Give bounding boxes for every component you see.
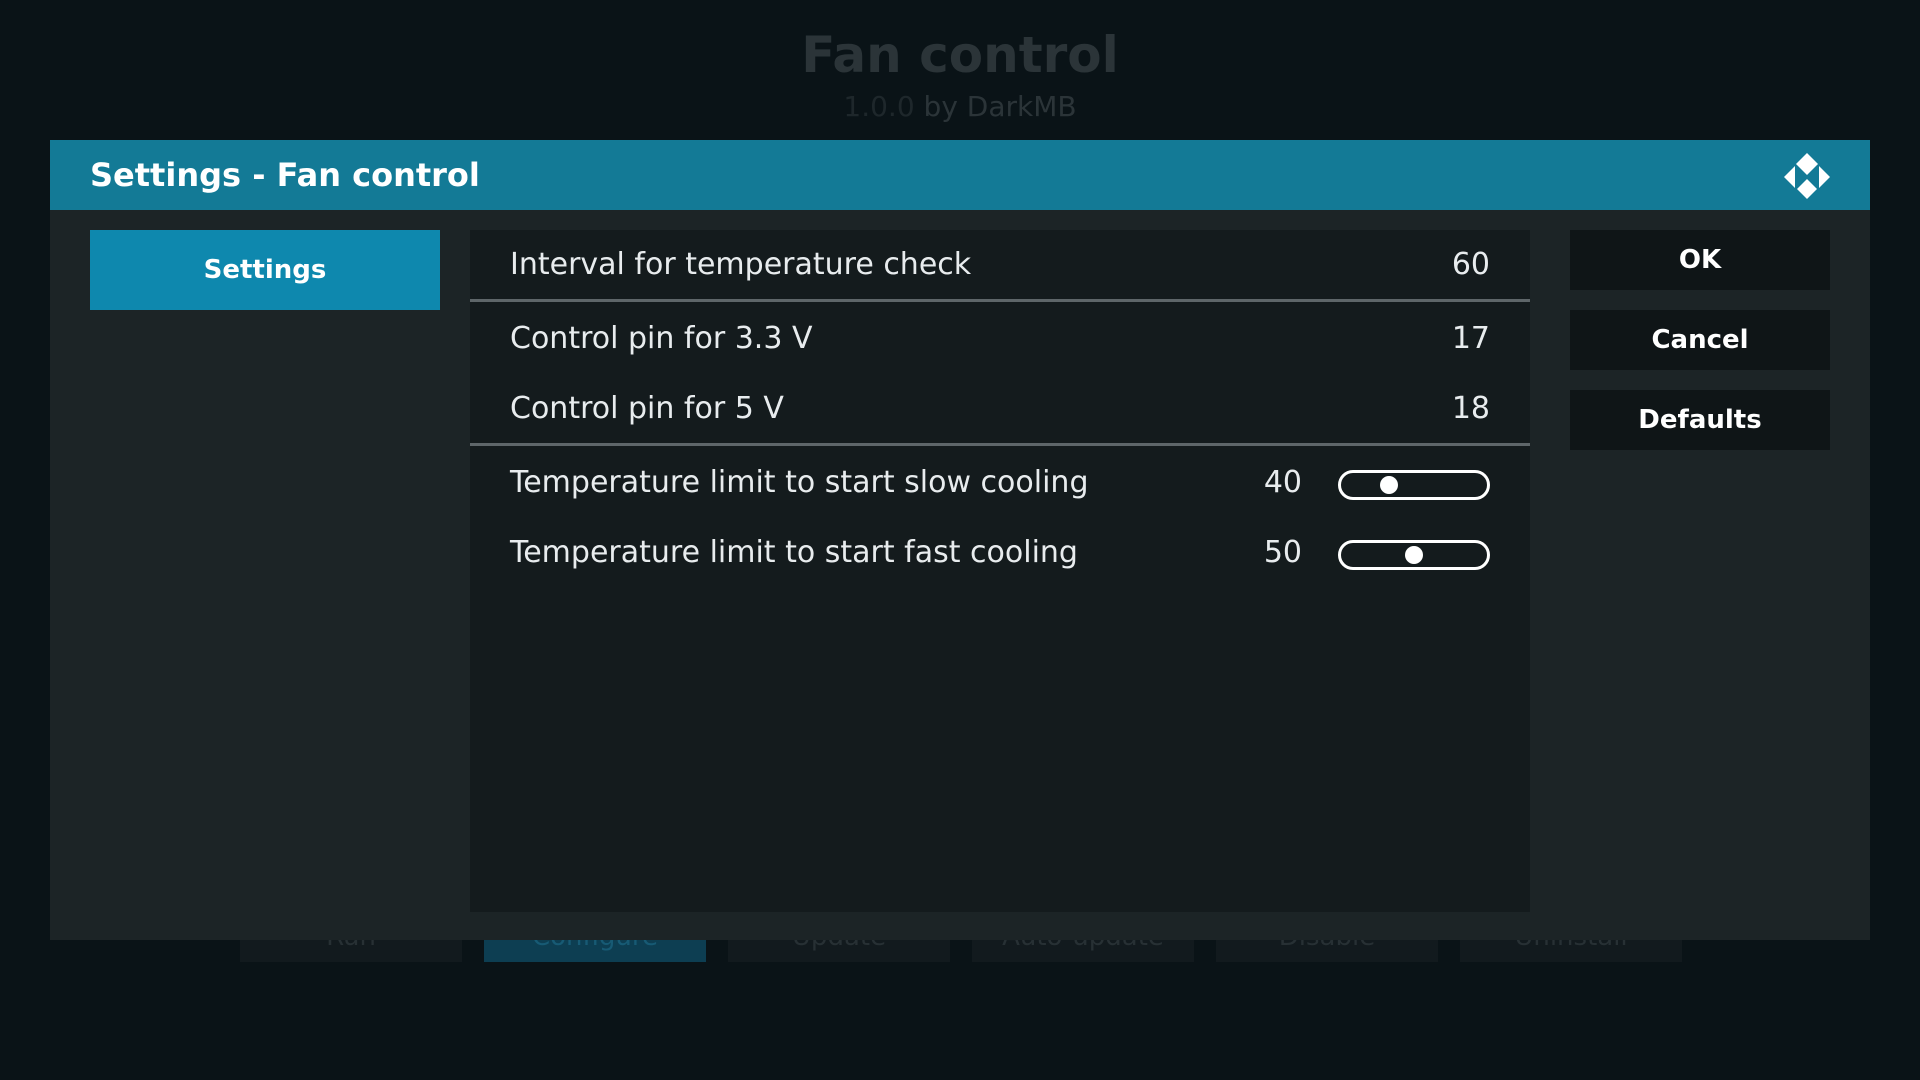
setting-label: Interval for temperature check: [510, 247, 972, 282]
setting-interval[interactable]: Interval for temperature check 60: [470, 230, 1530, 300]
slider-knob[interactable]: [1380, 476, 1399, 494]
settings-list: Interval for temperature check 60 Contro…: [470, 230, 1530, 912]
category-list: Settings: [90, 230, 440, 310]
addon-title: Fan control: [801, 26, 1119, 84]
setting-value: 18: [1451, 391, 1490, 426]
addon-subtitle: 1.0.0 by DarkMB: [0, 90, 1920, 123]
fast-cooling-slider[interactable]: [1338, 540, 1490, 570]
dialog-title: Settings - Fan control: [90, 156, 480, 194]
addon-version: 1.0.0: [843, 90, 915, 123]
setting-label: Control pin for 5 V: [510, 391, 784, 426]
setting-value: 60: [1451, 247, 1490, 282]
addon-author: by DarkMB: [923, 90, 1077, 123]
action-buttons: OK Cancel Defaults: [1570, 230, 1830, 470]
setting-label: Temperature limit to start slow cooling: [510, 465, 1089, 500]
kodi-logo-icon: [1784, 153, 1830, 199]
setting-label: Temperature limit to start fast cooling: [510, 535, 1078, 570]
setting-control-pin-5v[interactable]: Control pin for 5 V 18: [470, 374, 1530, 444]
setting-value: 50: [1263, 535, 1302, 570]
setting-fast-cooling-limit[interactable]: Temperature limit to start fast cooling …: [470, 518, 1530, 588]
dialog-header: Settings - Fan control: [50, 140, 1870, 210]
cancel-button[interactable]: Cancel: [1570, 310, 1830, 370]
category-settings[interactable]: Settings: [90, 230, 440, 310]
slow-cooling-slider[interactable]: [1338, 470, 1490, 500]
ok-button[interactable]: OK: [1570, 230, 1830, 290]
setting-slow-cooling-limit[interactable]: Temperature limit to start slow cooling …: [470, 448, 1530, 518]
slider-knob[interactable]: [1405, 546, 1423, 564]
setting-control-pin-3v3[interactable]: Control pin for 3.3 V 17: [470, 304, 1530, 374]
defaults-button[interactable]: Defaults: [1570, 390, 1830, 450]
separator: [470, 443, 1530, 446]
settings-dialog: Settings - Fan control Settings Interval…: [50, 140, 1870, 940]
separator: [470, 299, 1530, 302]
setting-value: 17: [1451, 321, 1490, 356]
setting-label: Control pin for 3.3 V: [510, 321, 813, 356]
setting-value: 40: [1263, 465, 1302, 500]
